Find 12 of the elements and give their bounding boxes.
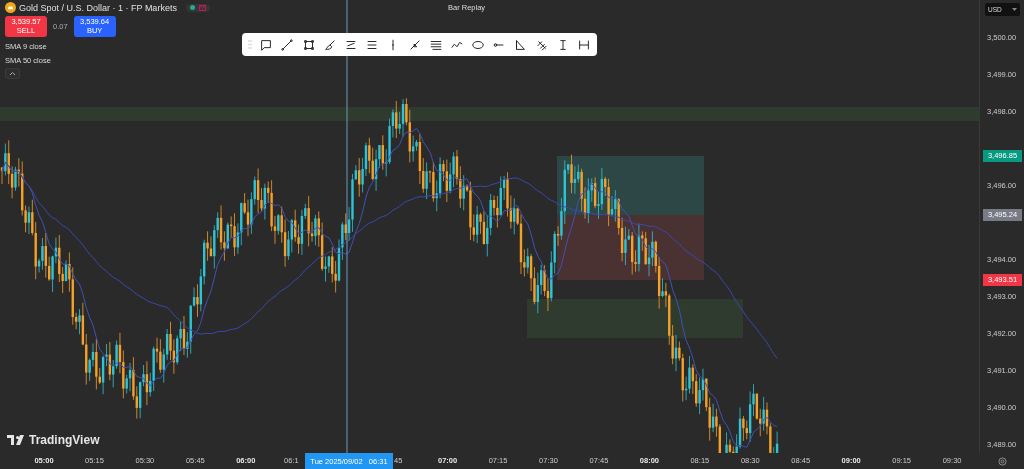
trend-line-icon[interactable]	[280, 37, 295, 52]
brand-logo-icon	[7, 435, 25, 445]
caret-icon	[1012, 8, 1017, 11]
collapse-button[interactable]	[5, 68, 20, 80]
brand-name: TradingView	[29, 433, 100, 447]
symbol-title[interactable]: Gold Spot / U.S. Dollar · 1 · FP Markets	[19, 2, 177, 13]
alert-icon	[198, 4, 206, 11]
callout-icon[interactable]	[259, 37, 274, 52]
symbol-logo-icon	[5, 2, 16, 13]
triangle-icon[interactable]	[513, 37, 528, 52]
chevron-up-icon	[9, 71, 16, 77]
settings-icon[interactable]	[997, 456, 1007, 466]
